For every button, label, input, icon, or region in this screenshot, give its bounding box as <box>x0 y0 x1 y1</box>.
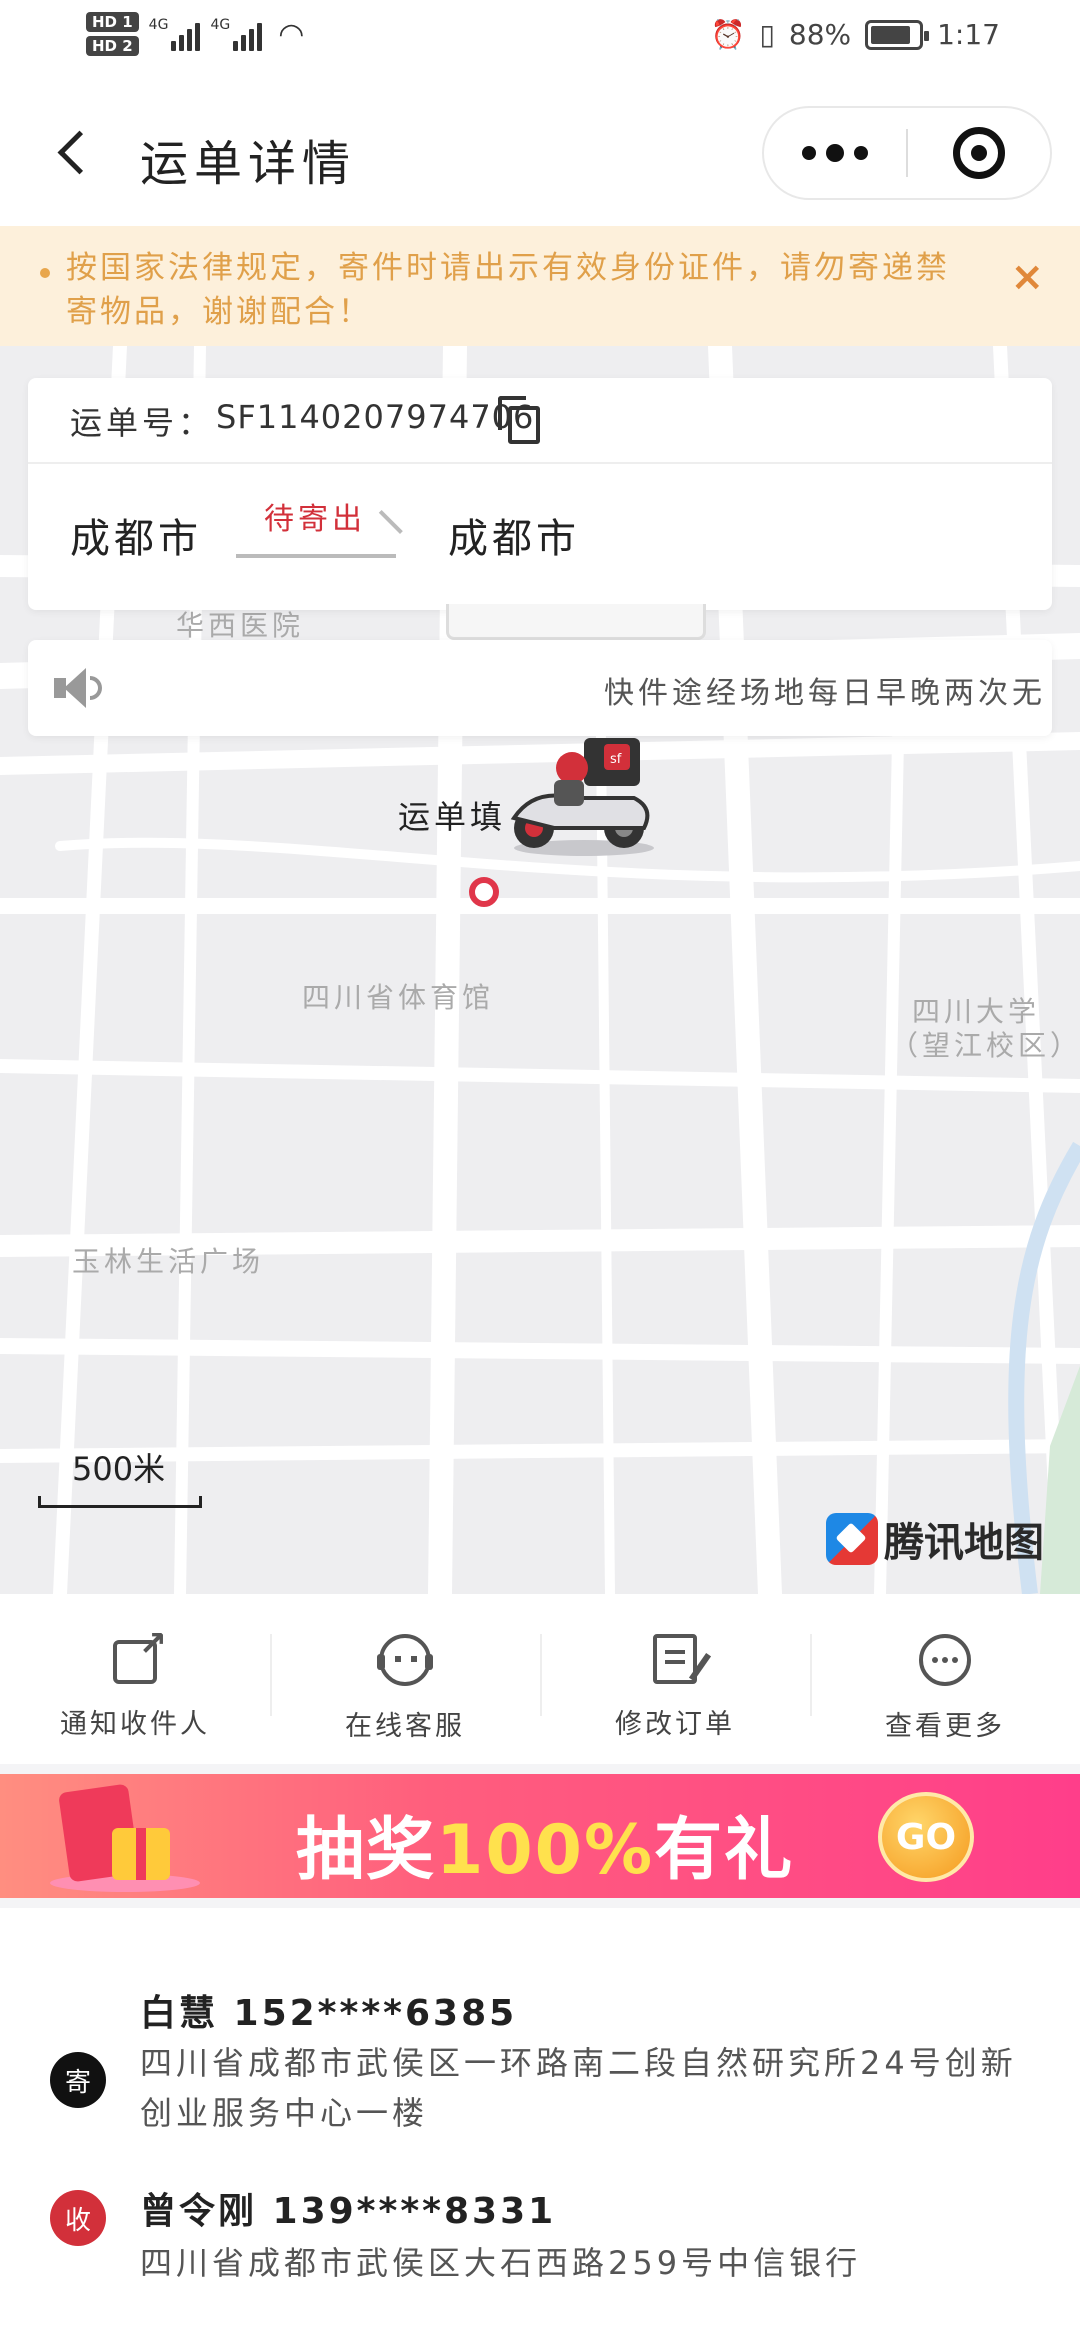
notify-recipient-button[interactable]: 通知收件人 <box>0 1594 270 1764</box>
map-provider-logo: 腾讯地图 <box>826 1510 1044 1568</box>
action-label: 修改订单 <box>615 1709 735 1740</box>
origin-city: 成都市 <box>70 516 202 562</box>
announcement-text: 快件途经场地每日早晚两次无 <box>604 676 1046 711</box>
page-title: 运单详情 <box>140 136 357 192</box>
legal-notice-banner: 按国家法律规定，寄件时请出示有效身份证件，请勿寄递禁寄物品，谢谢配合！ × <box>0 226 1080 346</box>
clock: 1:17 <box>937 18 1000 51</box>
net2-label: 4G <box>210 17 231 33</box>
promo-suffix: 有礼 <box>654 1811 795 1890</box>
status-right: ⏰ ▯ 88% 1:17 <box>711 18 1000 51</box>
copy-icon[interactable] <box>498 396 540 444</box>
waybill-number: SF1140207974706 <box>216 398 535 436</box>
svg-text:sf: sf <box>610 752 622 767</box>
alarm-icon: ⏰ <box>710 18 746 51</box>
announcement-bar[interactable]: 快件途经场地每日早晚两次无 <box>28 640 1052 736</box>
map-label-stadium: 四川省体育馆 <box>302 981 495 1014</box>
signal-icon: 4G <box>149 17 201 51</box>
promo-prefix: 抽奖 <box>296 1811 437 1890</box>
map-provider-name: 腾讯地图 <box>884 1520 1044 1566</box>
promo-go-button[interactable]: GO <box>878 1792 974 1882</box>
address-section: 白慧 152****6385 寄 四川省成都市武侯区一环路南二段自然研究所24号… <box>0 1908 1080 2340</box>
hd-indicators: HD 1 HD 2 <box>86 12 139 56</box>
tencent-map-icon <box>826 1513 878 1565</box>
online-service-button[interactable]: 在线客服 <box>270 1594 540 1764</box>
courier-bubble-text: 运单填 <box>398 798 507 836</box>
map-scale-bar <box>38 1496 202 1508</box>
notice-text: 按国家法律规定，寄件时请出示有效身份证件，请勿寄递禁寄物品，谢谢配合！ <box>66 250 950 330</box>
hd2-badge: HD 2 <box>86 36 139 56</box>
battery-percent: 88% <box>788 18 852 51</box>
modify-order-button[interactable]: 修改订单 <box>540 1594 810 1764</box>
menu-more-button[interactable] <box>764 108 906 198</box>
status-bar: HD 1 HD 2 4G 4G ◠ ⏰ ▯ 88% 1:17 <box>0 0 1080 80</box>
action-bar: 通知收件人 在线客服 修改订单 查看更多 <box>0 1594 1080 1764</box>
notice-close-icon[interactable]: × <box>1010 254 1044 300</box>
action-label: 通知收件人 <box>60 1709 210 1740</box>
promo-number: 100% <box>436 1811 655 1890</box>
close-mini-program-button[interactable] <box>908 108 1050 198</box>
card-tab-edge <box>446 604 706 640</box>
wifi-icon: ◠ <box>278 16 305 52</box>
waybill-card: 运单号： SF1140207974706 成都市 待寄出 成都市 <box>28 378 1052 610</box>
shipment-status: 待寄出 <box>264 502 366 537</box>
edit-order-icon <box>653 1634 697 1684</box>
title-bar: 运单详情 <box>0 80 1080 226</box>
sender-address: 四川省成都市武侯区一环路南二段自然研究所24号创新创业服务中心一楼 <box>140 2044 1017 2132</box>
action-label: 在线客服 <box>345 1711 465 1742</box>
route-arrow-icon <box>236 554 396 558</box>
target-icon <box>952 127 1005 179</box>
sender-badge: 寄 <box>50 2052 106 2108</box>
vibrate-icon: ▯ <box>759 18 775 51</box>
gift-icon <box>50 1783 200 1892</box>
view-more-button[interactable]: 查看更多 <box>810 1594 1080 1764</box>
map-label-scu-campus: （望江校区） <box>890 1029 1080 1062</box>
courier-scooter-icon: sf <box>510 738 654 856</box>
lottery-promo-banner[interactable]: 抽奖100%有礼 GO <box>0 1774 1080 1898</box>
status-left: HD 1 HD 2 4G 4G ◠ <box>86 12 304 56</box>
action-label: 查看更多 <box>885 1711 1005 1742</box>
map-label-yulin: 玉林生活广场 <box>72 1245 265 1278</box>
waybill-label: 运单号： <box>70 404 215 442</box>
map-scale-label: 500米 <box>72 1450 166 1488</box>
map-label-huaxi: 华西医院 <box>176 609 305 642</box>
destination-city: 成都市 <box>448 516 580 562</box>
speaker-icon <box>54 668 104 708</box>
battery-icon <box>865 19 930 50</box>
receiver-badge: 收 <box>50 2190 106 2246</box>
share-icon <box>113 1624 167 1684</box>
more-icon <box>919 1634 971 1686</box>
back-button[interactable] <box>44 122 104 182</box>
location-marker-icon <box>469 877 499 907</box>
customer-service-icon <box>377 1634 433 1686</box>
receiver-name: 曾令刚 139****8331 <box>140 2191 557 2232</box>
promo-text: 抽奖100%有礼 <box>296 1794 794 1893</box>
net1-label: 4G <box>148 17 169 33</box>
bullet-icon <box>40 268 50 278</box>
sender-name: 白慧 152****6385 <box>140 1993 518 2034</box>
waybill-number-row: 运单号： SF1140207974706 <box>28 378 1052 464</box>
signal-icon-2: 4G <box>210 17 263 51</box>
mini-program-capsule <box>762 106 1052 200</box>
receiver-address: 四川省成都市武侯区大石西路259号中信银行 <box>140 2244 862 2282</box>
hd1-badge: HD 1 <box>86 12 139 32</box>
